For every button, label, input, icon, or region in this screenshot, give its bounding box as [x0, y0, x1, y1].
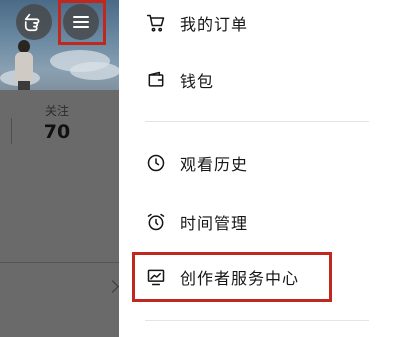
- left-divider: [0, 262, 119, 263]
- creator-center-highlight: [132, 252, 332, 302]
- menu-item-label: 钱包: [180, 72, 215, 91]
- stat-divider: [11, 118, 12, 144]
- menu-divider: [145, 320, 369, 321]
- menu-item-history[interactable]: 观看历史: [145, 149, 248, 177]
- following-label: 关注: [44, 104, 69, 118]
- hand-pointer-button[interactable]: [16, 4, 52, 40]
- app-screen: 关注 70 我的订单 钱包 观看历史 时间管理 创作者服务中心: [0, 0, 400, 337]
- menu-item-label: 我的订单: [180, 15, 249, 34]
- wallet-icon: [145, 69, 167, 91]
- menu-item-label: 观看历史: [180, 155, 249, 174]
- menu-item-label: 时间管理: [180, 214, 249, 233]
- menu-item-orders[interactable]: 我的订单: [145, 9, 248, 37]
- alarm-clock-icon: [145, 211, 167, 233]
- menu-item-wallet[interactable]: 钱包: [145, 66, 214, 94]
- menu-divider: [145, 121, 369, 122]
- clock-icon: [145, 152, 167, 174]
- cart-icon: [145, 12, 167, 34]
- menu-button-highlight: [58, 0, 106, 45]
- side-drawer: 我的订单 钱包 观看历史 时间管理 创作者服务中心: [119, 0, 400, 337]
- following-stat[interactable]: 关注 70: [22, 104, 92, 144]
- profile-stats-card: 关注 70: [0, 90, 119, 337]
- menu-item-time-management[interactable]: 时间管理: [145, 208, 248, 236]
- profile-panel-dimmed[interactable]: 关注 70: [0, 0, 119, 337]
- hand-pointer-icon: [24, 13, 40, 32]
- following-count: 70: [43, 121, 71, 143]
